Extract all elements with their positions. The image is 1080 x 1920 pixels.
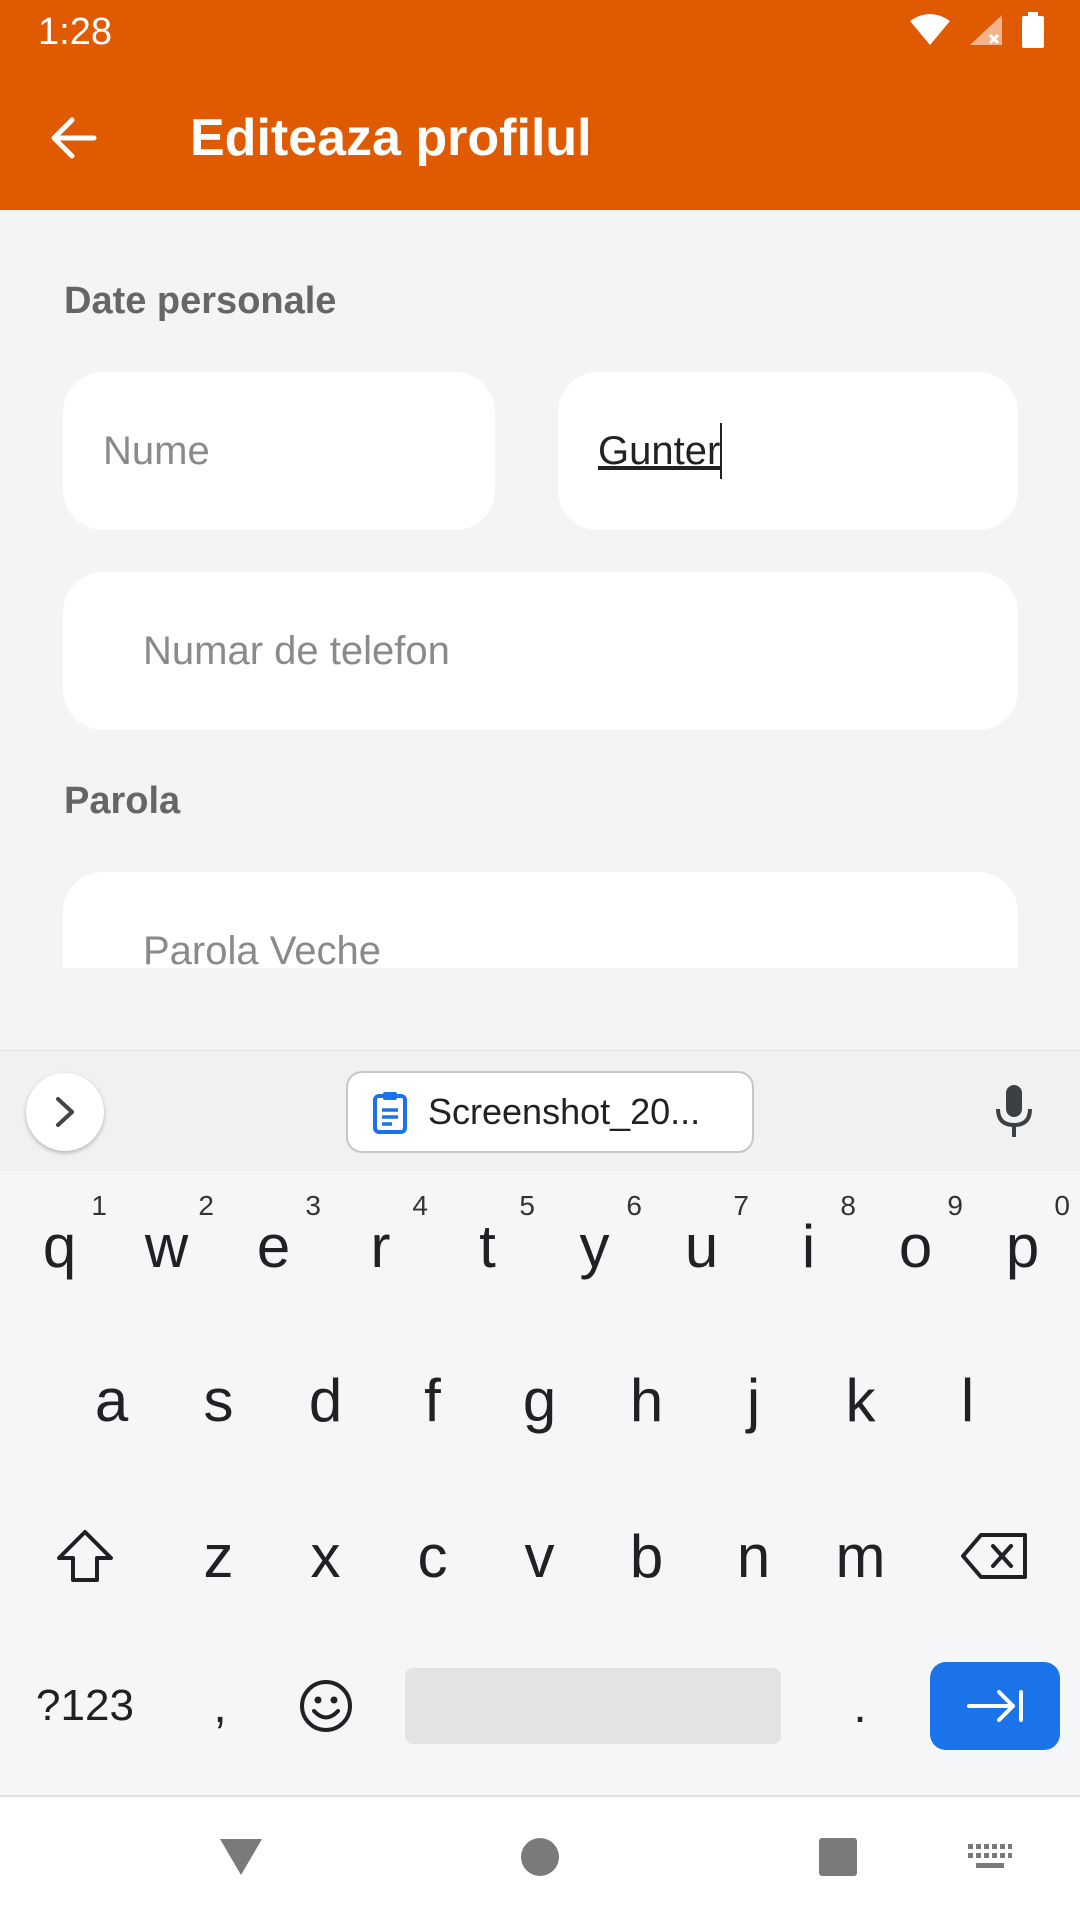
emoji-key[interactable] <box>276 1646 376 1766</box>
system-nav-bar <box>0 1795 1080 1920</box>
key-label: w <box>144 1212 189 1280</box>
keyboard-icon <box>968 1844 1012 1868</box>
last-name-field[interactable]: Gunter <box>558 372 1018 530</box>
key-m[interactable]: m <box>807 1496 914 1616</box>
period-key[interactable]: . <box>810 1646 910 1766</box>
section-label-password: Parola <box>64 780 181 822</box>
phone-field[interactable]: Numar de telefon <box>63 572 1018 730</box>
key-u[interactable]: u7 <box>648 1186 755 1306</box>
key-j[interactable]: j <box>700 1340 807 1460</box>
key-v[interactable]: v <box>486 1496 593 1616</box>
key-o[interactable]: o9 <box>862 1186 969 1306</box>
key-h[interactable]: h <box>593 1340 700 1460</box>
nav-recents-button[interactable] <box>808 1827 868 1887</box>
section-label-personal: Date personale <box>64 280 337 322</box>
triangle-back-icon <box>220 1839 262 1875</box>
key-number-hint: 2 <box>198 1190 214 1221</box>
key-e[interactable]: e3 <box>220 1186 327 1306</box>
key-d[interactable]: d <box>272 1340 379 1460</box>
scroll-clip: Parola Veche <box>0 860 1080 968</box>
key-number-hint: 1 <box>91 1190 107 1221</box>
phone-placeholder: Numar de telefon <box>143 628 450 673</box>
first-name-field[interactable]: Nume <box>63 372 495 530</box>
key-number-hint: 4 <box>412 1190 428 1221</box>
key-label: t <box>479 1212 496 1280</box>
signal-icon <box>970 15 1002 45</box>
backspace-key[interactable] <box>940 1496 1050 1616</box>
key-p[interactable]: p0 <box>969 1186 1076 1306</box>
shift-icon <box>57 1530 113 1582</box>
symbols-key[interactable]: ?123 <box>18 1646 152 1766</box>
key-number-hint: 6 <box>626 1190 642 1221</box>
tab-next-icon <box>967 1690 1023 1722</box>
key-z[interactable]: z <box>165 1496 272 1616</box>
shift-key[interactable] <box>30 1496 140 1616</box>
clipboard-suggestion-label: Screenshot_20... <box>428 1091 701 1132</box>
key-number-hint: 7 <box>733 1190 749 1221</box>
last-name-value: Gunter <box>598 428 721 473</box>
nav-keyboard-switcher[interactable] <box>960 1827 1020 1887</box>
battery-icon <box>1022 12 1044 48</box>
key-y[interactable]: y6 <box>541 1186 648 1306</box>
key-label: o <box>898 1212 933 1280</box>
key-c[interactable]: c <box>379 1496 486 1616</box>
emoji-icon <box>300 1680 352 1732</box>
square-recents-icon <box>819 1838 857 1876</box>
key-g[interactable]: g <box>486 1340 593 1460</box>
key-label: e <box>256 1212 291 1280</box>
key-label: i <box>801 1212 816 1280</box>
key-f[interactable]: f <box>379 1340 486 1460</box>
app-bar: 1:28 Editeaza profilul <box>0 0 1080 210</box>
page-title: Editeaza profilul <box>190 109 592 167</box>
key-label: p <box>1005 1212 1040 1280</box>
back-button[interactable] <box>30 95 116 181</box>
chevron-right-icon <box>56 1097 74 1127</box>
key-t[interactable]: t5 <box>434 1186 541 1306</box>
key-number-hint: 3 <box>305 1190 321 1221</box>
old-password-placeholder: Parola Veche <box>143 928 381 969</box>
key-s[interactable]: s <box>165 1340 272 1460</box>
key-number-hint: 8 <box>840 1190 856 1221</box>
key-label: u <box>684 1212 719 1280</box>
status-icons <box>910 12 1044 48</box>
key-k[interactable]: k <box>807 1340 914 1460</box>
key-label: r <box>370 1212 391 1280</box>
key-label: y <box>579 1212 610 1280</box>
key-w[interactable]: w2 <box>113 1186 220 1306</box>
suggestion-strip: Screenshot_20... <box>0 1051 1080 1171</box>
arrow-left-icon <box>51 117 97 159</box>
key-number-hint: 0 <box>1054 1190 1070 1221</box>
enter-key[interactable] <box>930 1662 1060 1750</box>
nav-home-button[interactable] <box>510 1827 570 1887</box>
backspace-icon <box>961 1533 1027 1579</box>
nav-back-button[interactable] <box>211 1827 271 1887</box>
key-i[interactable]: i8 <box>755 1186 862 1306</box>
key-label: q <box>42 1212 77 1280</box>
text-cursor <box>720 423 723 479</box>
wifi-icon <box>910 14 950 45</box>
old-password-field[interactable]: Parola Veche <box>63 872 1018 968</box>
key-b[interactable]: b <box>593 1496 700 1616</box>
key-r[interactable]: r4 <box>327 1186 434 1306</box>
status-time: 1:28 <box>38 11 112 53</box>
space-key[interactable] <box>405 1668 781 1744</box>
key-n[interactable]: n <box>700 1496 807 1616</box>
key-a[interactable]: a <box>58 1340 165 1460</box>
circle-home-icon <box>521 1838 559 1876</box>
key-number-hint: 9 <box>947 1190 963 1221</box>
clipboard-suggestion[interactable]: Screenshot_20... <box>346 1071 754 1153</box>
microphone-icon <box>996 1085 1032 1137</box>
comma-key[interactable]: , <box>170 1646 270 1766</box>
key-x[interactable]: x <box>272 1496 379 1616</box>
voice-input-button[interactable] <box>984 1081 1044 1141</box>
clipboard-icon <box>373 1092 407 1134</box>
expand-toolbar-button[interactable] <box>26 1073 104 1151</box>
key-number-hint: 5 <box>519 1190 535 1221</box>
key-q[interactable]: q1 <box>6 1186 113 1306</box>
key-l[interactable]: l <box>914 1340 1021 1460</box>
first-name-placeholder: Nume <box>103 428 210 473</box>
